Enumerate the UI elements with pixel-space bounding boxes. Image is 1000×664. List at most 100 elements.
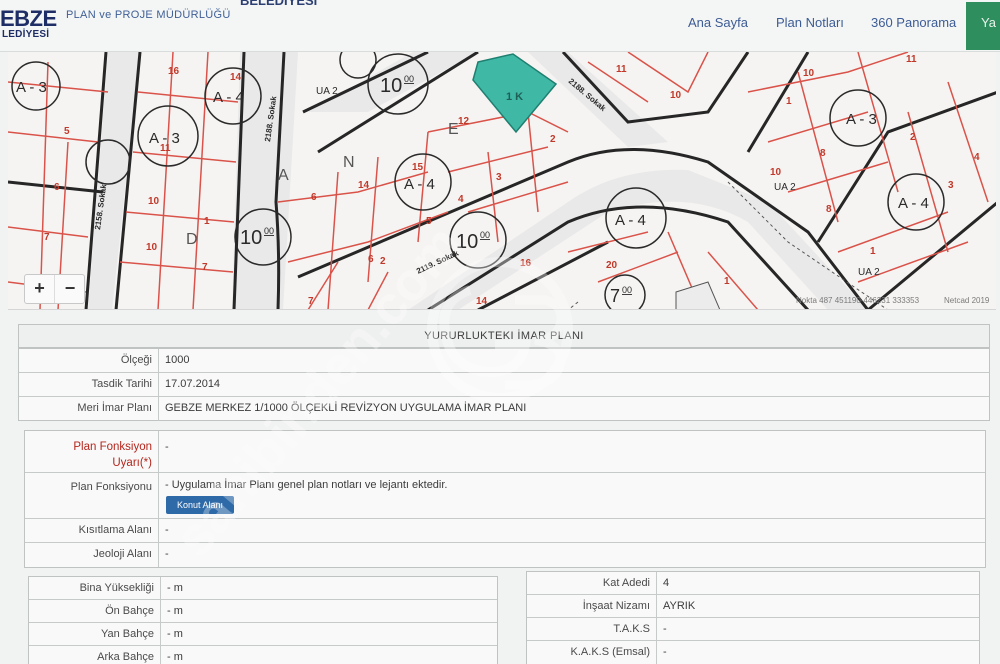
geology-area-value: - <box>165 548 169 560</box>
nav-panorama[interactable]: 360 Panorama <box>871 15 956 30</box>
parcel-number: 7 <box>44 232 50 243</box>
zoom-out-icon[interactable]: − <box>55 275 85 303</box>
floor-count-value: 4 <box>663 577 670 589</box>
zoom-in-icon[interactable]: + <box>25 275 55 303</box>
map-canvas[interactable]: A - 3 A - 4 A - 3 A - 4 A - 4 A - 3 A - … <box>8 52 996 310</box>
parcel-number: 4 <box>974 152 980 163</box>
scale-label: Ölçeği <box>19 349 159 372</box>
table-row: Bina Yüksekliği - m <box>29 577 497 600</box>
parcel-number: 3 <box>948 180 954 191</box>
logo-subtext: LEDİYESİ <box>2 29 50 40</box>
parcel-number: 16 <box>168 66 180 77</box>
kaks-label: K.A.K.S (Emsal) <box>527 641 657 664</box>
side-yard-label: Yan Bahçe <box>29 623 161 645</box>
table-row: İnşaat Nizamı AYRIK <box>527 595 979 618</box>
parcel-number: 11 <box>160 143 171 154</box>
parcel-number: 6 <box>54 182 60 193</box>
rear-yard-value: - m <box>167 651 183 663</box>
parcel-number: 10 <box>803 68 815 79</box>
front-yard-label: Ön Bahçe <box>29 600 161 622</box>
parcel-number: 14 <box>230 72 242 83</box>
parcel-number: 4 <box>458 194 464 205</box>
height-label-sup: 00 <box>404 74 414 84</box>
block-label: A - 4 <box>404 176 435 193</box>
block-label: A - 4 <box>898 195 929 212</box>
table-row: K.A.K.S (Emsal) - <box>527 641 979 664</box>
table-row: T.A.K.S - <box>527 618 979 641</box>
parcel-number: 5 <box>426 216 432 227</box>
height-label: 10 <box>240 227 262 249</box>
floor-count-label: Kat Adedi <box>527 572 657 594</box>
front-yard-value: - m <box>167 605 183 617</box>
parcel-number: 7 <box>308 296 314 307</box>
approval-date-value: 17.07.2014 <box>165 378 221 390</box>
table-row: Meri İmar Planı GEBZE MERKEZ 1/1000 ÖLÇE… <box>19 397 989 421</box>
building-right-table: Kat Adedi 4 İnşaat Nizamı AYRIK T.A.K.S … <box>526 571 980 664</box>
plan-function-label: Plan Fonksiyonu <box>25 473 159 518</box>
building-height-value: - m <box>167 582 183 594</box>
table-row: Tasdik Tarihi 17.07.2014 <box>19 373 989 397</box>
height-label: 10 <box>380 75 402 97</box>
side-yard-value: - m <box>167 628 183 640</box>
street-label: 2119. Sokak <box>415 248 460 276</box>
parcel-number: 14 <box>358 180 370 191</box>
parcel-number: 20 <box>606 260 618 271</box>
table-row: Jeoloji Alanı - <box>25 543 985 567</box>
kaks-value: - <box>663 646 667 658</box>
parcel-number: 1 <box>204 216 210 227</box>
parcel-number: 2 <box>910 132 916 143</box>
hatched-area <box>675 281 721 309</box>
table-row: Kat Adedi 4 <box>527 572 979 595</box>
approval-date-label: Tasdik Tarihi <box>19 373 159 396</box>
zoning-map[interactable]: A - 3 A - 4 A - 3 A - 4 A - 4 A - 3 A - … <box>8 52 996 310</box>
block-label: A - 3 <box>16 79 47 96</box>
height-label: 7 <box>610 286 620 306</box>
table-row: Ön Bahçe - m <box>29 600 497 623</box>
restriction-area-label: Kısıtlama Alanı <box>25 519 159 542</box>
block-label: A - 3 <box>846 111 877 128</box>
map-coordinates: Nokta 487 451190-446231 333353 <box>796 296 920 305</box>
current-plan-label: Meri İmar Planı <box>19 397 159 421</box>
geology-area-label: Jeoloji Alanı <box>25 543 159 567</box>
parcel-number: 14 <box>476 296 488 307</box>
parcel-number: 3 <box>496 172 502 183</box>
height-label-sup: 00 <box>480 230 490 240</box>
construction-order-label: İnşaat Nizamı <box>527 595 657 617</box>
parcel-number: 11 <box>906 54 917 65</box>
block-label: A - 4 <box>615 212 646 229</box>
height-label: 10 <box>456 231 478 253</box>
zone-letter: A <box>278 167 289 184</box>
parcel-number: 10 <box>670 90 682 101</box>
height-label-sup: 00 <box>264 226 274 236</box>
parcel-number: 2 <box>380 256 386 267</box>
parcel-number: 1 <box>724 276 730 287</box>
table-row: Arka Bahçe - m <box>29 646 497 664</box>
height-label-sup: 00 <box>622 285 632 295</box>
parcel-number: 16 <box>520 258 532 269</box>
table-row: Kısıtlama Alanı - <box>25 519 985 543</box>
ua-label: UA 2 <box>774 182 796 193</box>
parcel-number: 7 <box>202 262 208 273</box>
table-row: Yan Bahçe - m <box>29 623 497 646</box>
rear-yard-label: Arka Bahçe <box>29 646 161 664</box>
nav-plan-notes[interactable]: Plan Notları <box>776 15 844 30</box>
department-title: PLAN ve PROJE MÜDÜRLÜĞÜ <box>66 9 231 21</box>
table-row: Ölçeği 1000 <box>19 349 989 373</box>
nav-home[interactable]: Ana Sayfa <box>688 15 748 30</box>
residential-area-button[interactable]: Konut Alanı <box>166 496 234 514</box>
parcel-number: 2 <box>550 134 556 145</box>
parcel-number: 11 <box>616 64 627 75</box>
restriction-area-value: - <box>165 524 169 536</box>
map-attribution: Netcad 2019 <box>944 296 990 305</box>
nav-extra-button[interactable]: Ya <box>966 2 1000 50</box>
taks-value: - <box>663 623 667 635</box>
parcel-number: 6 <box>368 254 374 265</box>
parcel-number: 15 <box>412 162 424 173</box>
parcel-number: 10 <box>148 196 160 207</box>
municipality-logo[interactable]: EBZE LEDİYESİ <box>0 0 58 42</box>
ua-label: UA 2 <box>316 86 338 97</box>
taks-label: T.A.K.S <box>527 618 657 640</box>
header-title-clipped: BELEDİYESİ <box>240 0 318 8</box>
building-left-table: Bina Yüksekliği - m Ön Bahçe - m Yan Bah… <box>28 576 498 664</box>
app-header: EBZE LEDİYESİ PLAN ve PROJE MÜDÜRLÜĞÜ BE… <box>0 0 1000 52</box>
